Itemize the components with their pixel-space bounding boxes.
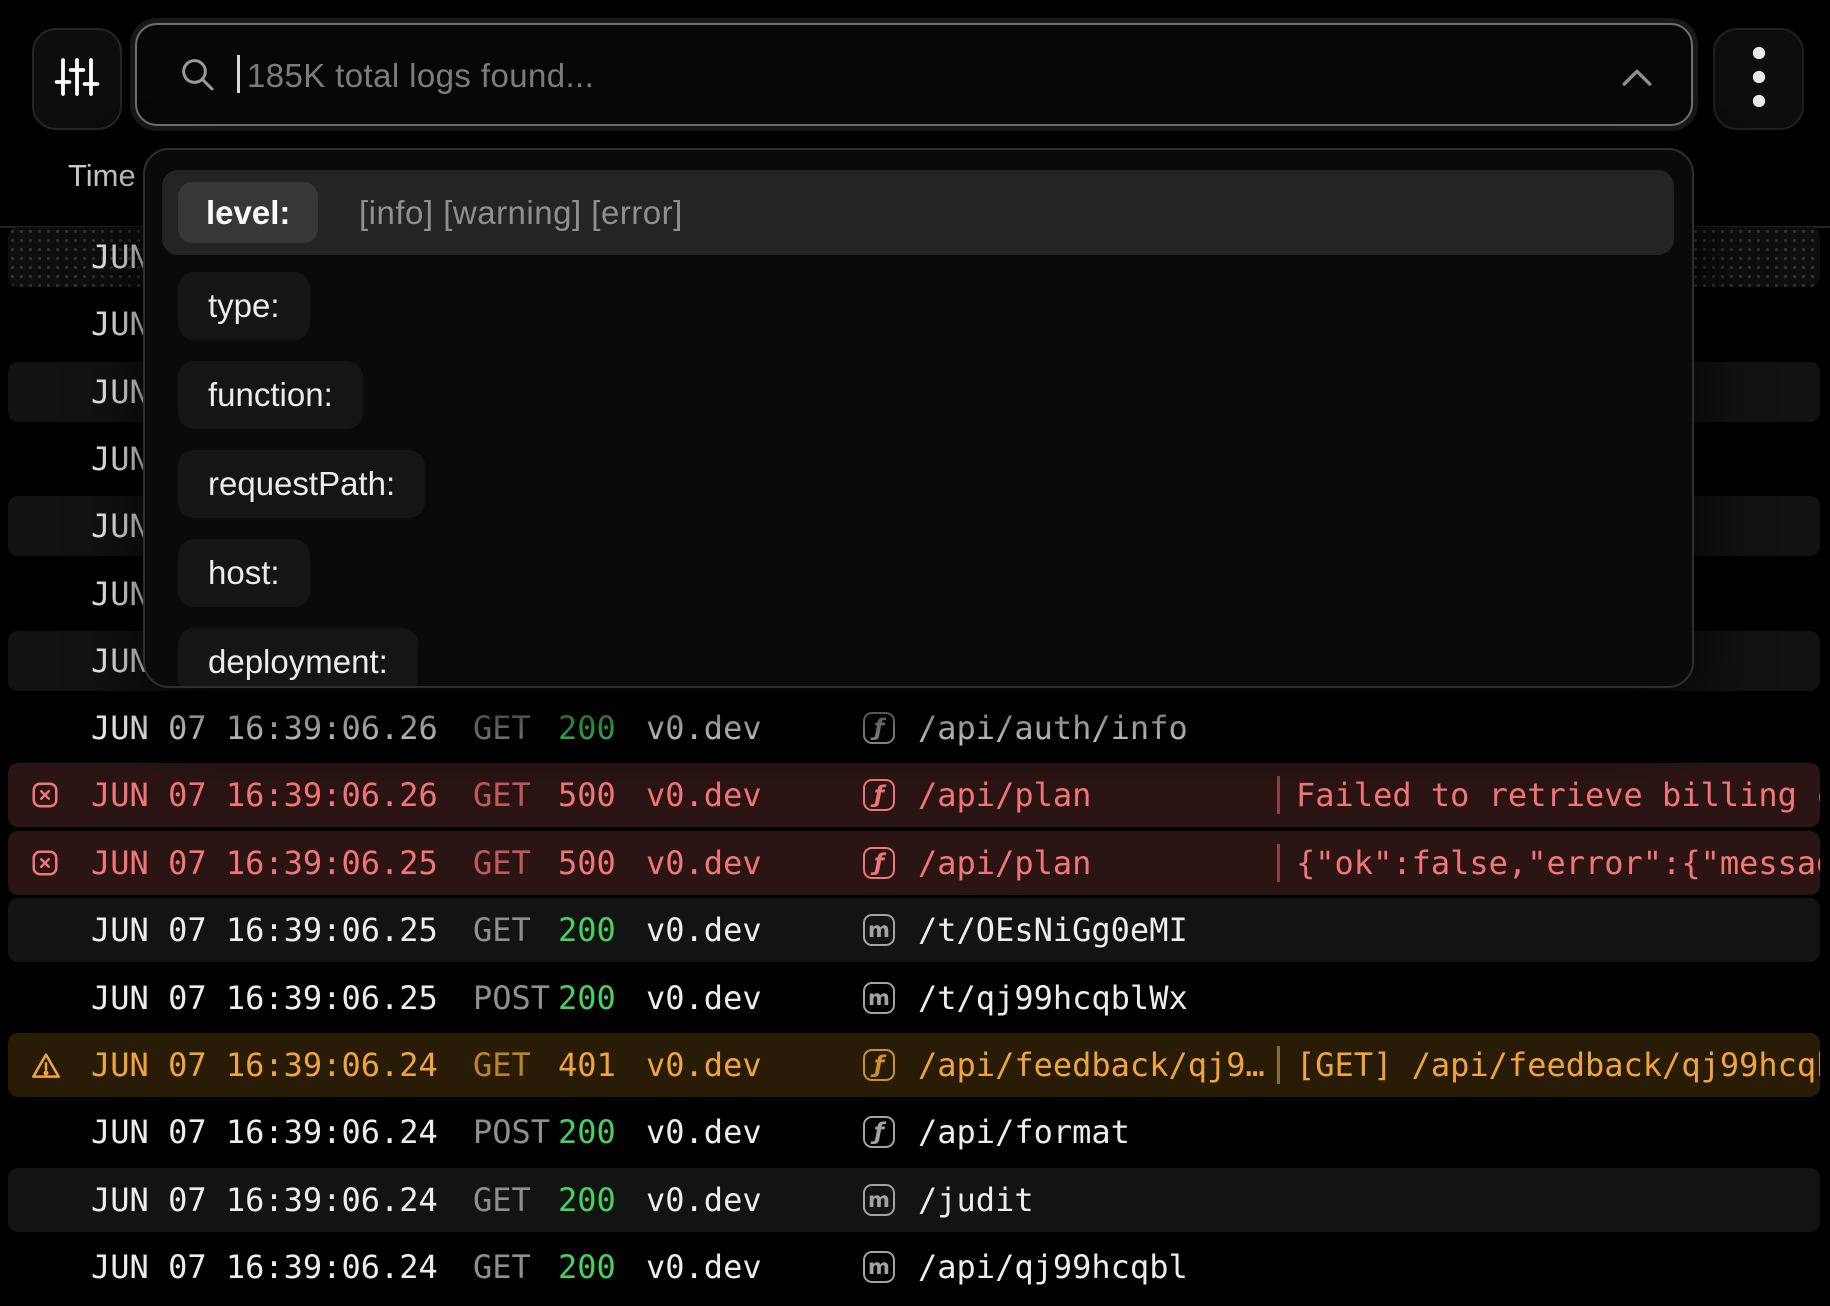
log-path: /api/auth/info [918,696,1188,760]
logs-screen: Time JUN 07 JUN 07 JUN 07 JUN 07 JUN 07 … [0,0,1830,1306]
message-separator [1277,1046,1280,1084]
message-separator [1277,844,1280,882]
suggestion-level[interactable]: level: [info] [warning] [error] [162,170,1674,255]
log-timestamp: JUN 07 16:39:06.26 [91,763,438,827]
log-host: v0.dev [646,831,762,895]
warning-icon [30,1050,60,1080]
log-method: POST [473,966,550,1030]
log-path: /t/qj99hcqblWx [918,966,1188,1030]
log-row[interactable]: JUN 07 16:39:06.24 POST 200 v0.dev ƒ /ap… [8,1100,1820,1164]
log-status: 500 [558,831,616,895]
log-message: Failed to retrieve billing c [1296,763,1820,827]
log-method: GET [473,1235,531,1299]
middleware-runtime-icon: m [863,1251,895,1283]
log-row[interactable]: JUN 07 16:39:06.25 GET 200 v0.dev m /t/O… [8,898,1820,962]
function-runtime-icon: ƒ [863,1116,895,1148]
log-path: /t/OEsNiGg0eMI [918,898,1188,962]
message-separator [1277,776,1280,814]
function-runtime-icon: ƒ [863,712,895,744]
log-status: 200 [558,1235,616,1299]
error-icon [30,848,60,878]
log-timestamp: JUN 07 16:39:06.25 [91,831,438,895]
log-host: v0.dev [646,763,762,827]
log-timestamp: JUN 07 16:39:06.25 [91,898,438,962]
middleware-runtime-icon: m [863,982,895,1014]
log-row[interactable]: JUN 07 16:39:06.24 GET 200 v0.dev m /jud… [8,1168,1820,1232]
log-method: GET [473,898,531,962]
more-options-button[interactable] [1713,28,1804,130]
search-input[interactable] [245,25,1629,126]
log-host: v0.dev [646,1235,762,1299]
middleware-runtime-icon: m [863,914,895,946]
log-status: 200 [558,898,616,962]
log-host: v0.dev [646,898,762,962]
log-row[interactable]: JUN 07 16:39:06.26 GET 200 v0.dev ƒ /api… [8,696,1820,760]
error-icon [30,780,60,810]
log-status: 200 [558,966,616,1030]
log-method: POST [473,1100,550,1164]
log-timestamp: JUN 07 16:39:06.26 [91,696,438,760]
log-status: 200 [558,696,616,760]
function-runtime-icon: ƒ [863,1049,895,1081]
log-row[interactable]: JUN 07 16:39:06.25 POST 200 v0.dev m /t/… [8,966,1820,1030]
log-host: v0.dev [646,966,762,1030]
log-method: GET [473,1168,531,1232]
log-row[interactable]: JUN 07 16:39:06.24 GET 200 v0.dev m /api… [8,1235,1820,1299]
log-path: /api/feedback/qj9… [918,1033,1265,1097]
log-host: v0.dev [646,696,762,760]
log-method: GET [473,763,531,827]
sliders-icon [53,53,101,106]
time-column-header: Time [68,158,136,194]
log-path: /api/plan [918,831,1091,895]
log-host: v0.dev [646,1100,762,1164]
log-message: [GET] /api/feedback/qj99hcqb [1296,1033,1820,1097]
text-caret [237,55,240,93]
log-path: /api/format [918,1100,1130,1164]
suggestion-requestpath[interactable]: requestPath: [178,450,425,518]
log-path: /api/qj99hcqbl [918,1235,1188,1299]
suggestion-key: level: [178,182,318,243]
log-path: /judit [918,1168,1034,1232]
log-method: GET [473,1033,531,1097]
log-status: 200 [558,1100,616,1164]
suggestion-type[interactable]: type: [178,272,310,340]
middleware-runtime-icon: m [863,1184,895,1216]
log-status: 401 [558,1033,616,1097]
log-timestamp: JUN 07 16:39:06.24 [91,1033,438,1097]
log-path: /api/plan [918,763,1091,827]
log-timestamp: JUN 07 16:39:06.24 [91,1100,438,1164]
log-message: {"ok":false,"error":{"messag [1296,831,1820,895]
log-method: GET [473,831,531,895]
suggestion-function[interactable]: function: [178,361,363,429]
kebab-menu-icon [1751,44,1767,115]
log-row-warning[interactable]: JUN 07 16:39:06.24 GET 401 v0.dev ƒ /api… [8,1033,1820,1097]
log-status: 200 [558,1168,616,1232]
log-search-bar[interactable] [135,23,1693,126]
log-method: GET [473,696,531,760]
chevron-up-icon[interactable] [1615,57,1659,97]
log-row-error[interactable]: JUN 07 16:39:06.25 GET 500 v0.dev ƒ /api… [8,831,1820,895]
search-suggestions-panel: level: [info] [warning] [error] type: fu… [143,148,1694,688]
log-status: 500 [558,763,616,827]
suggestion-deployment[interactable]: deployment: [178,628,418,688]
log-timestamp: JUN 07 16:39:06.25 [91,966,438,1030]
search-icon [177,54,217,99]
log-host: v0.dev [646,1168,762,1232]
function-runtime-icon: ƒ [863,847,895,879]
log-row-error[interactable]: JUN 07 16:39:06.26 GET 500 v0.dev ƒ /api… [8,763,1820,827]
log-host: v0.dev [646,1033,762,1097]
suggestion-host[interactable]: host: [178,539,310,607]
log-timestamp: JUN 07 16:39:06.24 [91,1168,438,1232]
log-timestamp: JUN 07 16:39:06.24 [91,1235,438,1299]
suggestion-hint: [info] [warning] [error] [359,170,683,255]
filter-button[interactable] [32,28,122,130]
function-runtime-icon: ƒ [863,779,895,811]
